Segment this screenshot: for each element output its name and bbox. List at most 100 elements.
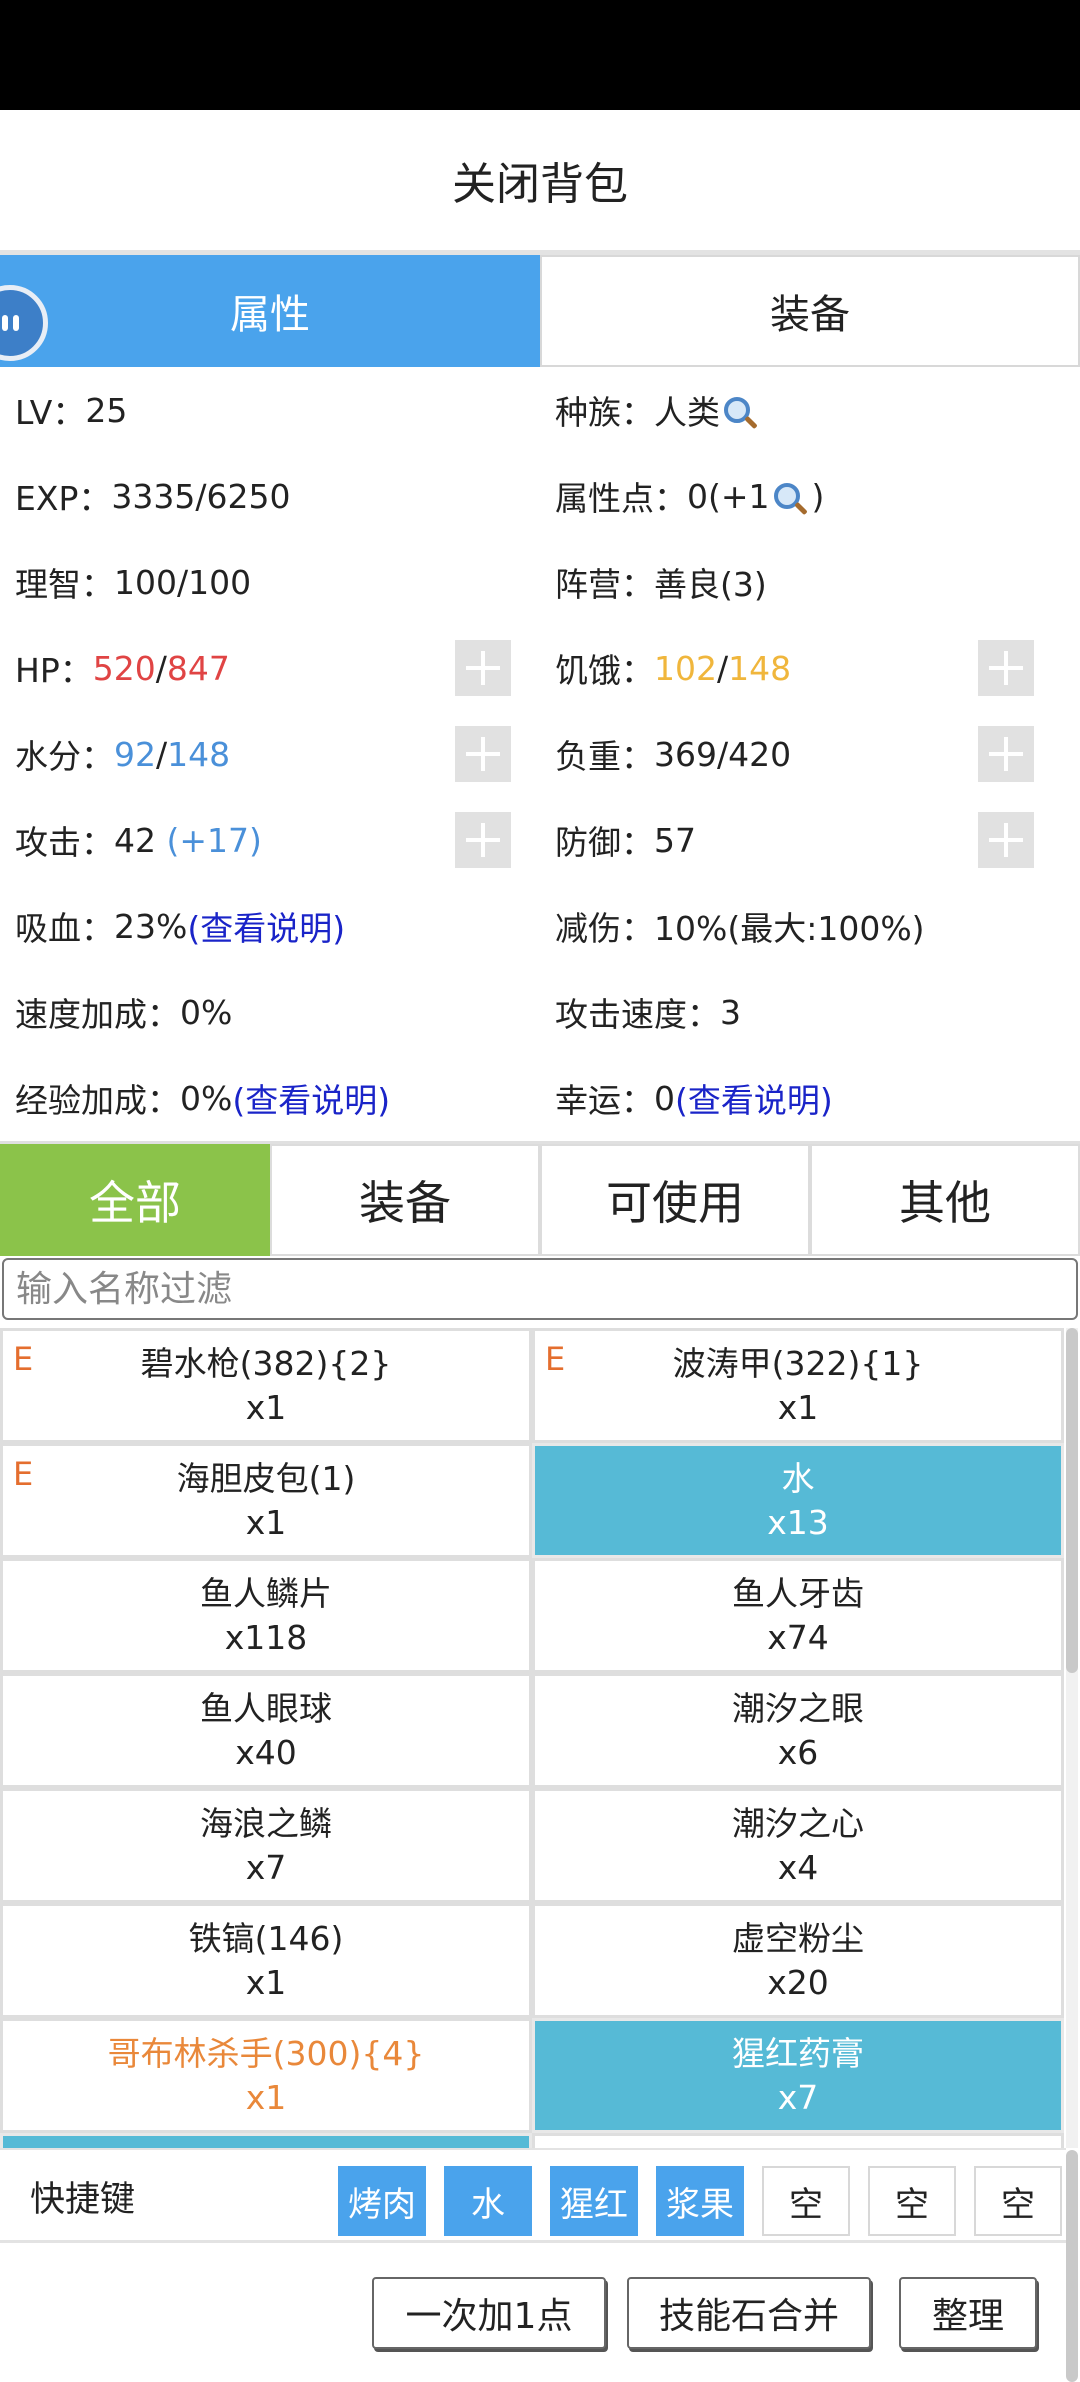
stat-lv: LV： 25 [15, 390, 128, 433]
scrollbar-thumb[interactable] [1066, 2150, 1078, 2382]
item-name: 铁镐(146) [188, 1918, 344, 1958]
defense-plus-button[interactable] [978, 812, 1034, 868]
hotkey-slot[interactable]: 空 [974, 2166, 1062, 2236]
stat-attribute-points: 属性点： 0(+1 ) [555, 476, 825, 519]
item-name: 海胆皮包(1) [176, 1458, 356, 1498]
item-quantity: x1 [777, 1387, 819, 1427]
category-tab-bar: 全部 装备 可使用 其他 [0, 1144, 1080, 1256]
stat-defense: 防御： 57 [540, 797, 1080, 883]
item-quantity: x20 [767, 1962, 829, 2002]
item-name: 猩红药膏 [732, 2033, 864, 2073]
stat-water: 水分： 92/148 [0, 711, 540, 797]
hotkey-slot[interactable]: 猩红 [550, 2166, 638, 2236]
magnifier-icon[interactable] [773, 483, 800, 509]
water-plus-button[interactable] [455, 726, 511, 782]
hp-plus-button[interactable] [455, 640, 511, 696]
item-name: 潮汐之眼 [732, 1688, 864, 1728]
category-tab-equipment[interactable]: 装备 [270, 1144, 540, 1256]
stat-attack-speed: 攻击速度： 3 [555, 992, 741, 1035]
merge-skill-stones-button[interactable]: 技能石合并 [627, 2277, 871, 2349]
stat-exp-bonus: 经验加成： 0% (查看说明) [0, 1055, 540, 1141]
inventory-item[interactable] [532, 2133, 1064, 2148]
inventory-item[interactable]: 水 x13 [532, 1443, 1064, 1558]
sort-button[interactable]: 整理 [899, 2277, 1037, 2349]
item-name: 虚空粉尘 [732, 1918, 864, 1958]
item-name: 碧水枪(382){2} [140, 1343, 392, 1383]
item-quantity: x74 [767, 1617, 829, 1657]
stat-camp: 阵营： 善良(3) [555, 565, 767, 604]
item-quantity: x40 [235, 1732, 297, 1772]
item-name: 海浪之鳞 [200, 1803, 332, 1843]
item-quantity: x118 [224, 1617, 308, 1657]
hotkey-slot[interactable]: 空 [868, 2166, 956, 2236]
item-quantity: x1 [245, 1387, 287, 1427]
item-quantity: x7 [777, 2077, 819, 2117]
stat-attack: 攻击： 42 (+17) [0, 797, 540, 883]
inventory-item[interactable]: 猩红药膏 x7 [532, 2018, 1064, 2133]
lifesteal-help-link[interactable]: (查看说明) [187, 902, 345, 950]
equipped-mark: E [13, 1455, 34, 1493]
inventory-item[interactable] [0, 2133, 532, 2148]
inventory-item[interactable]: 海浪之鳞 x7 [0, 1788, 532, 1903]
item-quantity: x1 [245, 1962, 287, 2002]
hotkey-slot[interactable]: 空 [762, 2166, 850, 2236]
tab-attributes[interactable]: 属性 [0, 255, 540, 367]
top-tab-bar: 属性 装备 [0, 255, 1080, 367]
add-one-point-button[interactable]: 一次加1点 [372, 2277, 606, 2349]
inventory-item[interactable]: 潮汐之心 x4 [532, 1788, 1064, 1903]
close-bag-button[interactable]: 关闭背包 [0, 110, 1080, 250]
item-name: 潮汐之心 [732, 1803, 864, 1843]
load-plus-button[interactable] [978, 726, 1034, 782]
category-tab-usable[interactable]: 可使用 [540, 1144, 810, 1256]
item-list: E 碧水枪(382){2} x1 E 波涛甲(322){1} x1 E 海胆皮包(1) x1 水 x… [0, 1328, 1064, 2148]
item-quantity: x1 [245, 2077, 287, 2117]
item-quantity: x13 [767, 1502, 829, 1542]
inventory-item[interactable]: 鱼人牙齿 x74 [532, 1558, 1064, 1673]
tab-equipment[interactable]: 装备 [540, 255, 1080, 367]
stat-sanity: 理智： 100/100 [15, 562, 252, 605]
item-name: 鱼人眼球 [200, 1688, 332, 1728]
luck-help-link[interactable]: (查看说明) [675, 1074, 833, 1122]
stat-load: 负重： 369/420 [540, 711, 1080, 797]
hunger-plus-button[interactable] [978, 640, 1034, 696]
stats-panel: LV： 25 种族： 人类 EXP： 3335/6250 属性点： 0(+1 ) 理智：… [0, 367, 1080, 1141]
page-title: 关闭背包 [452, 159, 628, 210]
inventory-item[interactable]: E 碧水枪(382){2} x1 [0, 1328, 532, 1443]
hotkey-slot[interactable]: 水 [444, 2166, 532, 2236]
item-filter-input[interactable] [2, 1258, 1078, 1320]
scrollbar-thumb[interactable] [1066, 1328, 1078, 1673]
hotkey-bar: 快捷键 烤肉水猩红 浆果空空空 [0, 2148, 1066, 2242]
inventory-item[interactable]: 鱼人眼球 x40 [0, 1673, 532, 1788]
item-quantity: x6 [777, 1732, 819, 1772]
stat-exp: EXP： 3335/6250 [15, 476, 291, 519]
category-tab-other[interactable]: 其他 [810, 1144, 1080, 1256]
attack-plus-button[interactable] [455, 812, 511, 868]
item-quantity: x4 [777, 1847, 819, 1887]
stat-hp: HP： 520/847 [0, 625, 540, 711]
magnifier-icon[interactable] [724, 397, 750, 423]
hotkey-slot[interactable]: 烤肉 [338, 2166, 426, 2236]
stat-luck: 幸运： 0 (查看说明) [540, 1055, 1080, 1141]
exp-bonus-help-link[interactable]: (查看说明) [232, 1074, 390, 1122]
inventory-item[interactable]: E 海胆皮包(1) x1 [0, 1443, 532, 1558]
equipped-mark: E [13, 1340, 34, 1378]
equipped-mark: E [545, 1340, 566, 1378]
inventory-item[interactable]: 鱼人鳞片 x118 [0, 1558, 532, 1673]
category-tab-all[interactable]: 全部 [0, 1144, 270, 1256]
item-name: 波涛甲(322){1} [672, 1343, 924, 1383]
inventory-item[interactable]: E 波涛甲(322){1} x1 [532, 1328, 1064, 1443]
inventory-item[interactable]: 潮汐之眼 x6 [532, 1673, 1064, 1788]
hotkey-slot[interactable]: 浆果 [656, 2166, 744, 2236]
item-name: 水 [781, 1458, 815, 1498]
stat-race: 种族： 人类 [540, 367, 1080, 453]
status-bar [0, 0, 1080, 110]
item-name: 鱼人牙齿 [732, 1573, 864, 1613]
item-quantity: x7 [245, 1847, 287, 1887]
item-quantity: x1 [245, 1502, 287, 1542]
inventory-item[interactable]: 哥布林杀手(300){4} x1 [0, 2018, 532, 2133]
inventory-item[interactable]: 铁镐(146) x1 [0, 1903, 532, 2018]
stat-damage-reduction: 减伤： 10%(最大:100%) [555, 909, 925, 948]
hotkey-label: 快捷键 [30, 2179, 136, 2220]
inventory-item[interactable]: 虚空粉尘 x20 [532, 1903, 1064, 2018]
divider [0, 2240, 1066, 2243]
